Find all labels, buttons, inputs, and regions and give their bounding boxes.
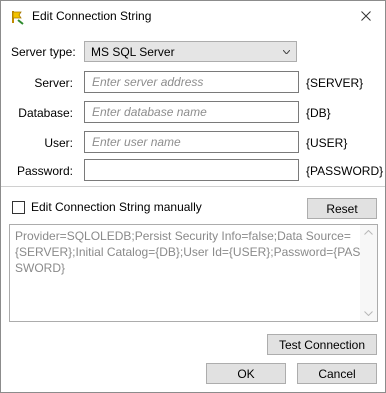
database-token: {DB} — [306, 106, 331, 120]
edit-manually-checkbox[interactable] — [12, 201, 25, 214]
reset-button[interactable]: Reset — [307, 198, 377, 219]
cancel-button[interactable]: Cancel — [297, 363, 377, 384]
scroll-down-icon[interactable] — [364, 311, 373, 316]
database-input[interactable] — [84, 101, 299, 123]
connection-string-text: Provider=SQLOLEDB;Persist Security Info=… — [15, 229, 361, 275]
password-label: Password: — [16, 164, 73, 178]
connection-string-textarea[interactable]: Provider=SQLOLEDB;Persist Security Info=… — [9, 224, 378, 322]
vertical-scrollbar[interactable] — [360, 225, 377, 321]
edit-manually-label[interactable]: Edit Connection String manually — [31, 200, 202, 214]
test-connection-button[interactable]: Test Connection — [267, 334, 377, 355]
close-button[interactable] — [353, 4, 379, 28]
plug-icon — [10, 9, 26, 25]
password-input[interactable] — [84, 159, 299, 181]
server-input[interactable] — [84, 71, 299, 93]
scroll-up-icon[interactable] — [364, 230, 373, 235]
section-divider — [1, 186, 385, 187]
server-token: {SERVER} — [306, 76, 364, 90]
server-type-label: Server type: — [11, 45, 76, 59]
user-label: User: — [44, 136, 73, 150]
window-title: Edit Connection String — [32, 9, 152, 23]
server-type-value: MS SQL Server — [91, 45, 175, 59]
edit-connection-string-dialog: Edit Connection String Server type: MS S… — [0, 0, 386, 393]
user-input[interactable] — [84, 131, 299, 153]
server-type-select[interactable]: MS SQL Server — [84, 41, 297, 62]
chevron-down-icon — [283, 50, 290, 54]
ok-button[interactable]: OK — [206, 363, 286, 384]
user-token: {USER} — [306, 136, 348, 150]
server-label: Server: — [34, 76, 73, 90]
title-bar: Edit Connection String — [1, 1, 385, 33]
password-token: {PASSWORD} — [306, 164, 384, 178]
database-label: Database: — [18, 106, 73, 120]
close-icon — [361, 11, 371, 21]
